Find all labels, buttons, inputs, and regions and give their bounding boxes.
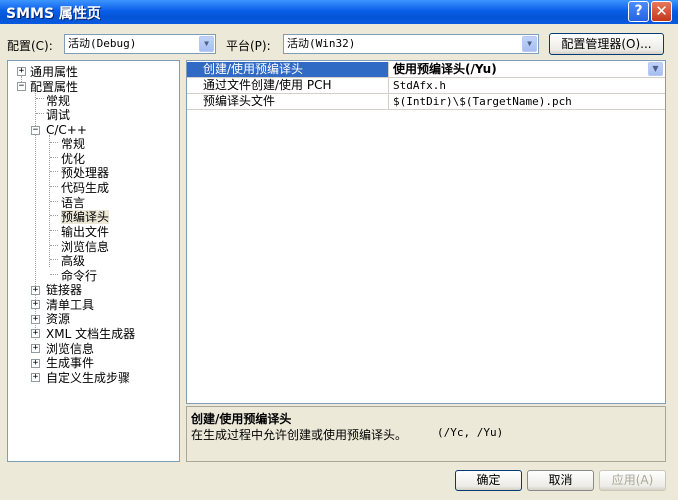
property-value[interactable]: StdAfx.h [389,78,665,93]
tree-item-xml-doc-generator[interactable]: XML 文档生成器 [46,327,135,341]
config-label: 配置(C): [7,39,53,53]
property-tree[interactable]: + 通用属性 − 配置属性 常规 调试 − C/C++ 常规 优化 预处理器 代… [7,60,180,462]
tree-line [36,113,44,114]
tree-item-build-events[interactable]: 生成事件 [46,356,94,370]
tree-item-debugging[interactable]: 调试 [46,108,70,122]
property-row[interactable]: 通过文件创建/使用 PCH StdAfx.h [187,78,665,94]
description-title: 创建/使用预编译头 [191,412,292,426]
tree-line [36,98,44,99]
tree-item-browse-info[interactable]: 浏览信息 [61,240,109,254]
collapse-minus-icon[interactable]: − [17,82,26,91]
platform-value: 活动(Win32) [287,37,356,50]
help-button[interactable]: ? [628,1,649,22]
tree-item-code-generation[interactable]: 代码生成 [61,181,109,195]
tree-line [50,274,58,275]
tree-line [50,171,58,172]
tree-item-resources[interactable]: 资源 [46,312,70,326]
tree-item-optimization[interactable]: 优化 [61,152,85,166]
tree-item-manifest-tool[interactable]: 清单工具 [46,298,94,312]
description-flags: (/Yc, /Yu) [437,426,504,439]
chevron-down-icon[interactable]: ▼ [648,62,663,76]
apply-button[interactable]: 应用(A) [599,470,666,491]
property-name[interactable]: 通过文件创建/使用 PCH [187,78,389,93]
title-bar: SMMS 属性页 ? ✕ [0,0,678,24]
tree-line [50,142,58,143]
expand-plus-icon[interactable]: + [31,373,40,382]
expand-plus-icon[interactable]: + [31,344,40,353]
platform-label: 平台(P): [226,39,271,53]
tree-item-custom-build-step[interactable]: 自定义生成步骤 [46,371,130,385]
property-name[interactable]: 预编译头文件 [187,94,389,109]
tree-line [50,157,58,158]
collapse-minus-icon[interactable]: − [31,126,40,135]
chevron-down-icon[interactable]: ▼ [199,36,214,52]
window-title: SMMS 属性页 [6,6,101,22]
tree-line [50,259,58,260]
config-manager-button[interactable]: 配置管理器(O)... [549,33,664,55]
property-value-dropdown[interactable]: 使用预编译头(/Yu) ▼ [389,62,665,77]
tree-line [50,215,58,216]
cancel-button[interactable]: 取消 [527,470,594,491]
tree-item-preprocessor[interactable]: 预处理器 [61,166,109,180]
tree-item-advanced[interactable]: 高级 [61,254,85,268]
expand-plus-icon[interactable]: + [31,300,40,309]
tree-line [50,230,58,231]
config-value: 活动(Debug) [68,37,137,50]
expand-plus-icon[interactable]: + [31,315,40,324]
ok-button[interactable]: 确定 [455,470,522,491]
expand-plus-icon[interactable]: + [17,67,26,76]
tree-item-browse-information[interactable]: 浏览信息 [46,342,94,356]
tree-item-language[interactable]: 语言 [61,196,85,210]
tree-line [50,245,58,246]
tree-item-common-properties[interactable]: 通用属性 [30,65,78,79]
tree-item-output-files[interactable]: 输出文件 [61,225,109,239]
property-value[interactable]: $(IntDir)\$(TargetName).pch [389,94,665,109]
expand-plus-icon[interactable]: + [31,359,40,368]
chevron-down-icon[interactable]: ▼ [522,36,537,52]
description-text: 在生成过程中允许创建或使用预编译头。 [191,428,408,442]
config-dropdown[interactable]: 活动(Debug) ▼ [64,34,216,54]
property-name[interactable]: 创建/使用预编译头 [187,62,389,77]
close-button[interactable]: ✕ [651,1,672,22]
tree-item-linker[interactable]: 链接器 [46,283,82,297]
property-value: 使用预编译头(/Yu) [393,62,497,76]
tree-item-cpp-general[interactable]: 常规 [61,137,85,151]
platform-dropdown[interactable]: 活动(Win32) ▼ [283,34,539,54]
tree-item-command-line[interactable]: 命令行 [61,269,97,283]
description-panel: 创建/使用预编译头 在生成过程中允许创建或使用预编译头。 (/Yc, /Yu) [186,406,666,462]
property-row[interactable]: 预编译头文件 $(IntDir)\$(TargetName).pch [187,94,665,110]
property-grid: 创建/使用预编译头 使用预编译头(/Yu) ▼ 通过文件创建/使用 PCH St… [186,60,666,404]
expand-plus-icon[interactable]: + [31,286,40,295]
expand-plus-icon[interactable]: + [31,329,40,338]
tree-item-precompiled-headers[interactable]: 预编译头 [61,210,110,224]
tree-item-config-properties[interactable]: 配置属性 [30,80,78,94]
tree-item-general[interactable]: 常规 [46,94,70,108]
property-row[interactable]: 创建/使用预编译头 使用预编译头(/Yu) ▼ [187,62,665,78]
tree-line [50,186,58,187]
tree-line [50,201,58,202]
tree-item-cpp[interactable]: C/C++ [46,123,87,137]
